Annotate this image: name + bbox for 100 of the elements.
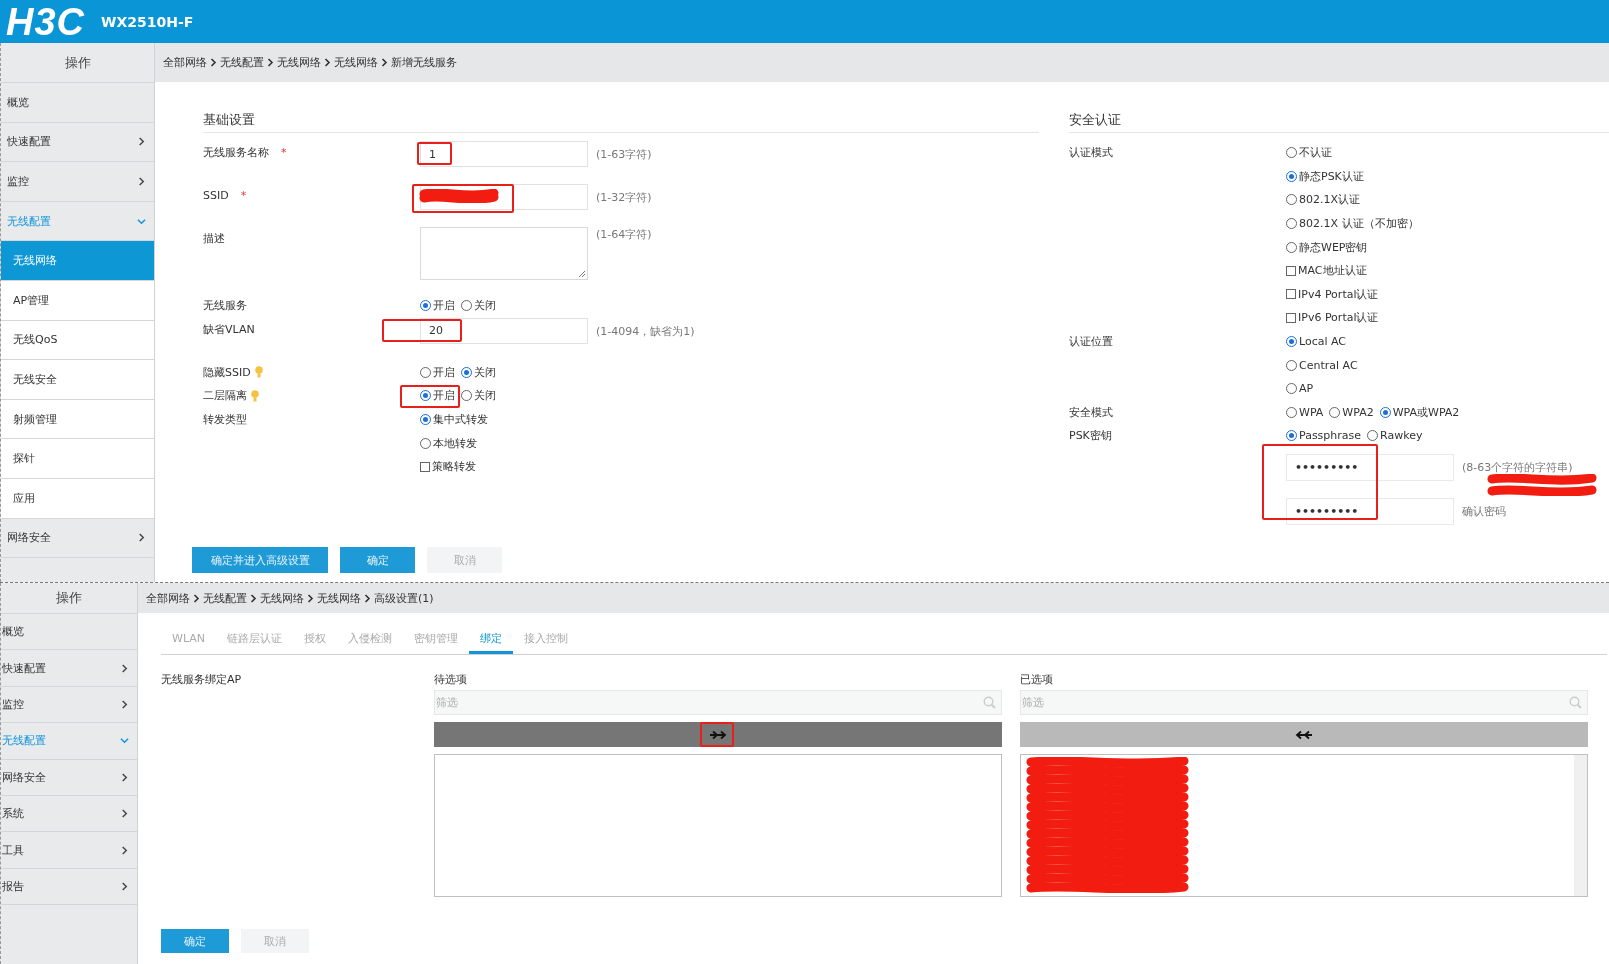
option-label: WPA xyxy=(1299,405,1324,419)
radio-button[interactable] xyxy=(420,390,431,402)
description-field[interactable] xyxy=(420,227,588,280)
field-label: PSK密钥 xyxy=(1069,428,1112,444)
hint-text: (1-4094，缺省为1) xyxy=(596,323,695,339)
radio-button[interactable] xyxy=(420,300,431,312)
filter-field[interactable]: 筛选 xyxy=(1020,690,1588,715)
chevron-icon xyxy=(137,177,146,186)
radio-button[interactable] xyxy=(1367,430,1379,442)
chevron-icon xyxy=(137,533,146,543)
device-model: WX2510H-F xyxy=(101,13,194,30)
field-label: 无线服务名称 xyxy=(203,145,269,161)
field-label: 认证位置 xyxy=(1069,334,1113,350)
radio-button[interactable] xyxy=(1286,170,1297,182)
breadcrumb-item[interactable]: 无线网络 xyxy=(277,55,321,70)
chevron-icon xyxy=(137,137,146,147)
search-icon xyxy=(1569,696,1582,709)
section-title: 基础设置 xyxy=(203,108,1039,133)
radio-button[interactable] xyxy=(461,390,472,402)
chevron-icon xyxy=(120,881,129,891)
radio-button[interactable] xyxy=(1286,241,1297,253)
password-field[interactable]: ••••••••• xyxy=(1286,453,1454,481)
radio-button[interactable] xyxy=(420,414,431,426)
double-arrow-icon xyxy=(1295,729,1313,740)
radio-button[interactable] xyxy=(420,437,431,449)
chevron-icon xyxy=(120,809,129,819)
radio-button[interactable] xyxy=(1286,218,1297,230)
radio-button[interactable] xyxy=(1329,406,1341,418)
option-label: 不认证 xyxy=(1299,145,1332,161)
option-label: 802.1X 认证（不加密） xyxy=(1299,216,1419,232)
field-label: 无线服务绑定AP xyxy=(161,672,243,688)
option-label: Rawkey xyxy=(1380,429,1423,443)
sidebar-item[interactable]: 无线QoS xyxy=(1,320,154,361)
option-label: WPA或WPA2 xyxy=(1392,404,1460,420)
chevron-icon xyxy=(324,58,331,67)
sidebar-item[interactable]: 应用 xyxy=(1,478,154,519)
radio-button[interactable] xyxy=(1286,359,1297,371)
radio-button[interactable] xyxy=(1286,336,1297,348)
sidebar-item[interactable]: 射频管理 xyxy=(1,399,154,440)
text-field[interactable]: 20 xyxy=(420,317,588,344)
breadcrumb-item[interactable]: 无线配置 xyxy=(203,590,247,606)
sidebar-item[interactable]: 无线安全 xyxy=(1,360,154,400)
chevron-icon xyxy=(307,593,314,603)
option-label: 开启 xyxy=(433,388,455,404)
breadcrumb-item[interactable]: 无线配置 xyxy=(220,55,264,70)
breadcrumb-item[interactable]: 无线网络 xyxy=(334,55,378,70)
field-label: SSID xyxy=(203,189,229,203)
option-label: 802.1X认证 xyxy=(1299,192,1361,208)
hint-text: (1-63字符) xyxy=(596,147,652,162)
chevron-icon xyxy=(267,58,274,67)
radio-button[interactable] xyxy=(420,366,431,378)
checkbox[interactable] xyxy=(420,461,430,472)
sidebar-item[interactable]: AP管理 xyxy=(1,280,154,321)
option-label: WPA2 xyxy=(1342,405,1374,419)
checkbox[interactable] xyxy=(1286,289,1296,300)
double-arrow-icon xyxy=(709,729,727,740)
radio-button[interactable] xyxy=(461,366,472,378)
hint-text: 确认密码 xyxy=(1462,503,1506,519)
option-label: IPv6 Portal认证 xyxy=(1298,310,1379,326)
checkbox[interactable] xyxy=(1286,312,1296,323)
field-label: 安全模式 xyxy=(1069,404,1113,420)
breadcrumb-item[interactable]: 无线网络 xyxy=(260,590,304,606)
filter-field[interactable]: 筛选 xyxy=(434,690,1002,715)
option-label: MAC地址认证 xyxy=(1298,263,1367,279)
sidebar-item[interactable]: 探针 xyxy=(1,439,154,479)
text-field[interactable]: 1 xyxy=(420,141,588,167)
breadcrumb-item[interactable]: 全部网络 xyxy=(146,590,190,606)
option-label: Local AC xyxy=(1299,335,1347,349)
breadcrumb-item[interactable]: 全部网络 xyxy=(163,55,207,70)
field-label: 转发类型 xyxy=(203,412,247,428)
radio-button[interactable] xyxy=(1286,406,1297,418)
option-label: 关闭 xyxy=(474,388,496,404)
option-label: Central AC xyxy=(1299,358,1358,372)
radio-button[interactable] xyxy=(1286,430,1297,442)
chevron-icon xyxy=(381,58,388,67)
chevron-icon xyxy=(137,216,146,226)
option-label: 本地转发 xyxy=(433,435,477,451)
field-label: 二层隔离 xyxy=(203,388,247,404)
option-label: 集中式转发 xyxy=(433,412,488,428)
radio-button[interactable] xyxy=(1286,194,1297,206)
breadcrumb-item: 高级设置(1) xyxy=(374,590,434,606)
resize-grip-icon[interactable] xyxy=(577,269,586,278)
panel-title: 已选项 xyxy=(1020,672,1054,688)
tab[interactable]: 绑定 xyxy=(469,625,513,654)
required-mark: * xyxy=(281,146,287,160)
option-label: AP xyxy=(1299,382,1314,396)
chevron-icon xyxy=(120,699,129,709)
chevron-icon xyxy=(120,772,129,782)
radio-button[interactable] xyxy=(1379,406,1391,418)
radio-button[interactable] xyxy=(1286,383,1297,395)
radio-button[interactable] xyxy=(1286,147,1297,159)
password-field[interactable]: ••••••••• xyxy=(1286,497,1454,525)
chevron-icon xyxy=(120,845,129,855)
option-label: 开启 xyxy=(433,298,455,314)
breadcrumb-item[interactable]: 无线网络 xyxy=(317,590,361,606)
chevron-icon xyxy=(364,593,371,603)
hint-text: (1-32字符) xyxy=(596,190,652,205)
checkbox[interactable] xyxy=(1286,265,1296,276)
radio-button[interactable] xyxy=(461,300,472,312)
option-label: 关闭 xyxy=(474,298,496,314)
